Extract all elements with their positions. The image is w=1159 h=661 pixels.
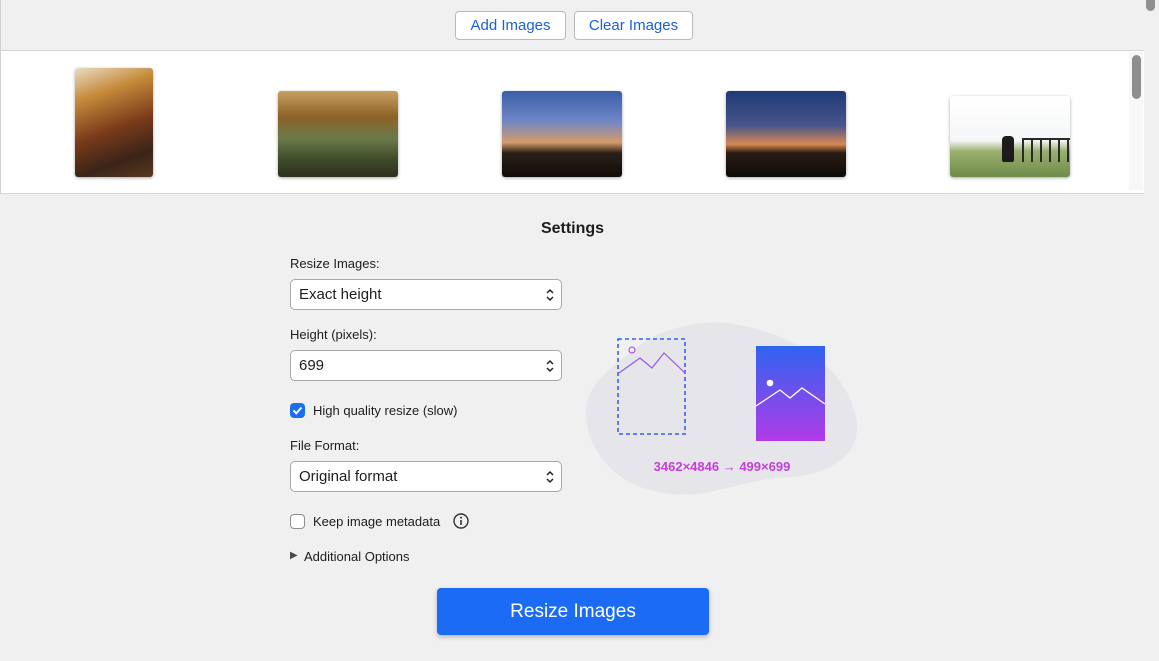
chevron-updown-icon [546,470,554,484]
toolbar: Add Images Clear Images [0,0,1144,51]
fence-shape [1022,138,1070,162]
clear-images-button[interactable]: Clear Images [574,11,693,40]
height-input[interactable]: 699 [290,350,562,381]
stepper-icon[interactable] [545,358,555,374]
resize-mode-value: Exact height [299,286,382,303]
high-quality-checkbox[interactable] [290,403,305,418]
info-icon[interactable] [453,513,469,529]
file-format-select[interactable]: Original format [290,461,562,492]
strip-scrollbar-thumb[interactable] [1132,55,1141,99]
thumbnail-horse-field[interactable] [950,96,1070,177]
result-frame [756,346,825,441]
settings-title: Settings [540,220,605,237]
disclosure-triangle-icon[interactable]: ▶ [290,550,298,561]
resize-mode-select[interactable]: Exact height [290,279,562,310]
resize-images-label: Resize Images: [290,256,380,271]
keep-metadata-label: Keep image metadata [313,514,441,529]
height-label: Height (pixels): [290,327,377,342]
add-images-button[interactable]: Add Images [455,11,566,40]
dimensions-label: 3462×4846 → 499×699 [653,459,791,474]
window-scrollbar-thumb[interactable] [1146,0,1155,11]
thumbnail-sunset-plants[interactable] [502,91,622,177]
file-format-label: File Format: [290,438,360,453]
thumbnail-strip [0,51,1144,194]
additional-options-toggle[interactable]: Additional Options [304,549,410,564]
chevron-updown-icon [546,288,554,302]
checkmark-icon [292,406,303,415]
thumbnail-sunset-lake[interactable] [726,91,846,177]
horse-shape [1002,136,1014,162]
high-quality-label: High quality resize (slow) [313,403,458,418]
window-scrollbar-track[interactable] [1144,0,1159,661]
keep-metadata-checkbox[interactable] [290,514,305,529]
height-value: 699 [299,357,325,374]
thumbnail-gazebo-forest[interactable] [278,91,398,177]
file-format-value: Original format [299,468,398,485]
result-sun [766,379,774,387]
resize-images-button[interactable]: Resize Images [437,588,709,635]
thumbnail-autumn-house[interactable] [75,68,153,177]
